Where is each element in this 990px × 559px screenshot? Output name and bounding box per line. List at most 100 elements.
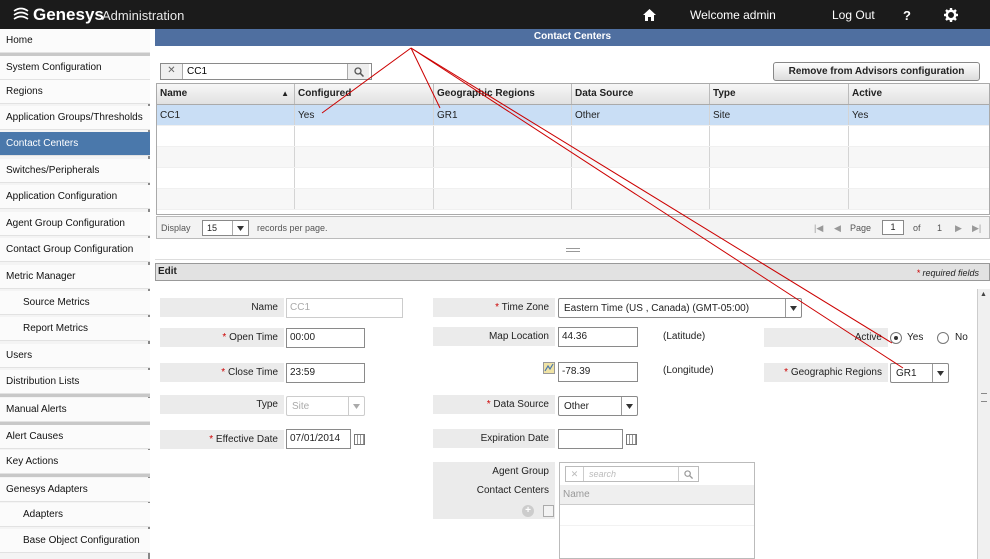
sidebar-item-users[interactable]: Users	[0, 344, 150, 368]
sidebar-item-manual-alerts[interactable]: Manual Alerts	[0, 398, 150, 422]
edit-scrollbar[interactable]: ▲	[977, 289, 990, 559]
scroll-thumb[interactable]	[981, 393, 987, 402]
active-yes-radio[interactable]	[890, 332, 902, 344]
brand-name: Genesys	[33, 5, 104, 24]
sidebar-item-application-configuration[interactable]: Application Configuration	[0, 185, 150, 209]
sidebar-item-base-object-configuration[interactable]: Base Object Configuration	[0, 529, 150, 553]
chevron-down-icon	[932, 364, 948, 382]
sidebar-item-key-actions[interactable]: Key Actions	[0, 450, 150, 474]
close-time-field[interactable]: 23:59	[286, 363, 365, 383]
sidebar-item-home[interactable]: Home	[0, 29, 150, 53]
effective-date-field[interactable]: 07/01/2014	[286, 429, 351, 449]
agent-group-search: ✕ search	[565, 466, 699, 482]
cell-configured: Yes	[295, 105, 434, 125]
data-source-label: * Data Source	[433, 395, 555, 414]
edit-list-icon[interactable]	[543, 505, 554, 517]
next-page-icon[interactable]: ▶	[955, 223, 962, 234]
page-label: Page	[850, 223, 872, 233]
column-header-type[interactable]: Type	[710, 84, 849, 104]
calendar-icon[interactable]	[354, 434, 365, 445]
sidebar-item-regions[interactable]: Regions	[0, 80, 150, 104]
latitude-label: (Latitude)	[663, 331, 706, 342]
search-input[interactable]	[183, 64, 347, 79]
column-header-name[interactable]: Name ▲	[157, 84, 295, 104]
sidebar-item-alert-causes[interactable]: Alert Causes	[0, 425, 150, 449]
geographic-regions-select[interactable]: GR1	[890, 363, 949, 383]
time-zone-label: * Time Zone	[433, 298, 555, 317]
column-header-data-source[interactable]: Data Source	[572, 84, 710, 104]
agent-group-search-input[interactable]: search	[584, 469, 678, 479]
column-header-geographic-regions[interactable]: Geographic Regions	[434, 84, 572, 104]
latitude-field[interactable]: 44.36	[558, 327, 638, 347]
sidebar-item-contact-centers[interactable]: Contact Centers	[0, 132, 150, 156]
empty-row	[157, 189, 989, 210]
column-header-active[interactable]: Active	[849, 84, 989, 104]
add-icon[interactable]: +	[522, 505, 534, 517]
active-yes-label: Yes	[907, 332, 924, 343]
close-time-label: * Close Time	[160, 363, 284, 382]
effective-date-label: * Effective Date	[160, 430, 284, 449]
sidebar-item-genesys-adapters[interactable]: Genesys Adapters	[0, 478, 150, 502]
last-page-icon[interactable]: ▶|	[972, 223, 981, 234]
previous-page-icon[interactable]: ◀	[834, 223, 841, 234]
agent-group-contact-centers-list: ✕ search Name	[559, 462, 755, 559]
table-row[interactable]: CC1 Yes GR1 Other Site Yes	[157, 105, 989, 126]
page-number-input[interactable]: 1	[882, 220, 904, 235]
column-header-configured[interactable]: Configured	[295, 84, 434, 104]
sidebar-item-report-metrics[interactable]: Report Metrics	[0, 317, 150, 341]
clear-search-icon[interactable]: ✕	[566, 467, 584, 481]
help-icon[interactable]: ?	[903, 8, 911, 23]
chevron-down-icon	[785, 299, 801, 317]
sort-ascending-icon: ▲	[281, 89, 289, 98]
chevron-down-icon	[232, 221, 248, 235]
sidebar-item-agent-group-configuration[interactable]: Agent Group Configuration	[0, 212, 150, 236]
cell-active: Yes	[852, 110, 869, 121]
sidebar-item-system-configuration[interactable]: System Configuration	[0, 56, 150, 80]
clear-search-icon[interactable]: ✕	[161, 64, 183, 79]
genesys-logo: Genesys	[12, 5, 104, 25]
name-label: Name	[160, 298, 284, 317]
first-page-icon[interactable]: |◀	[814, 223, 823, 234]
panel-splitter[interactable]	[155, 240, 990, 260]
calendar-icon[interactable]	[626, 434, 637, 445]
home-icon[interactable]	[643, 9, 656, 24]
required-fields-note: * required fields	[916, 268, 979, 278]
splitter-grip-icon[interactable]	[566, 248, 580, 252]
cell-geographic-regions: GR1	[434, 105, 572, 125]
empty-row	[157, 168, 989, 189]
main-content: Contact Centers ✕ Remove from Advisors c…	[155, 29, 990, 559]
type-label: Type	[160, 395, 284, 414]
sidebar-item-switches-peripherals[interactable]: Switches/Peripherals	[0, 159, 150, 183]
open-time-field[interactable]: 00:00	[286, 328, 365, 348]
sidebar-item-contact-group-configuration[interactable]: Contact Group Configuration	[0, 238, 150, 262]
search-icon[interactable]	[678, 467, 698, 481]
genesys-logo-icon	[13, 7, 29, 20]
table-header: Name ▲ Configured Geographic Regions Dat…	[157, 84, 989, 105]
map-icon[interactable]	[543, 362, 555, 374]
sidebar-item-application-groups[interactable]: Application Groups/Thresholds	[0, 106, 150, 130]
records-per-page-label: records per page.	[257, 223, 328, 233]
sidebar: Home System Configuration Regions Applic…	[0, 29, 150, 559]
agent-group-name-header: Name	[560, 485, 754, 505]
type-select: Site	[286, 396, 365, 416]
logout-link[interactable]: Log Out	[832, 8, 875, 22]
sidebar-item-distribution-lists[interactable]: Distribution Lists	[0, 370, 150, 394]
data-source-select[interactable]: Other	[558, 396, 638, 416]
expiration-date-field[interactable]	[558, 429, 623, 449]
contact-center-search: ✕	[160, 63, 372, 80]
sidebar-item-source-metrics[interactable]: Source Metrics	[0, 291, 150, 315]
active-no-radio[interactable]	[937, 332, 949, 344]
page-size-select[interactable]: 15	[202, 220, 249, 236]
longitude-field[interactable]: -78.39	[558, 362, 638, 382]
geographic-regions-label: * Geographic Regions	[764, 363, 888, 382]
sidebar-item-adapters[interactable]: Adapters	[0, 503, 150, 527]
time-zone-select[interactable]: Eastern Time (US , Canada) (GMT-05:00)	[558, 298, 802, 318]
sidebar-item-metric-manager[interactable]: Metric Manager	[0, 265, 150, 289]
search-icon[interactable]	[347, 64, 369, 79]
empty-row	[560, 506, 754, 526]
remove-from-advisors-button[interactable]: Remove from Advisors configuration	[773, 62, 980, 81]
gear-icon[interactable]	[944, 8, 958, 25]
scroll-up-icon[interactable]: ▲	[980, 291, 987, 298]
top-bar: Genesys Administration Welcome admin Log…	[0, 0, 990, 29]
welcome-text: Welcome admin	[690, 8, 776, 22]
